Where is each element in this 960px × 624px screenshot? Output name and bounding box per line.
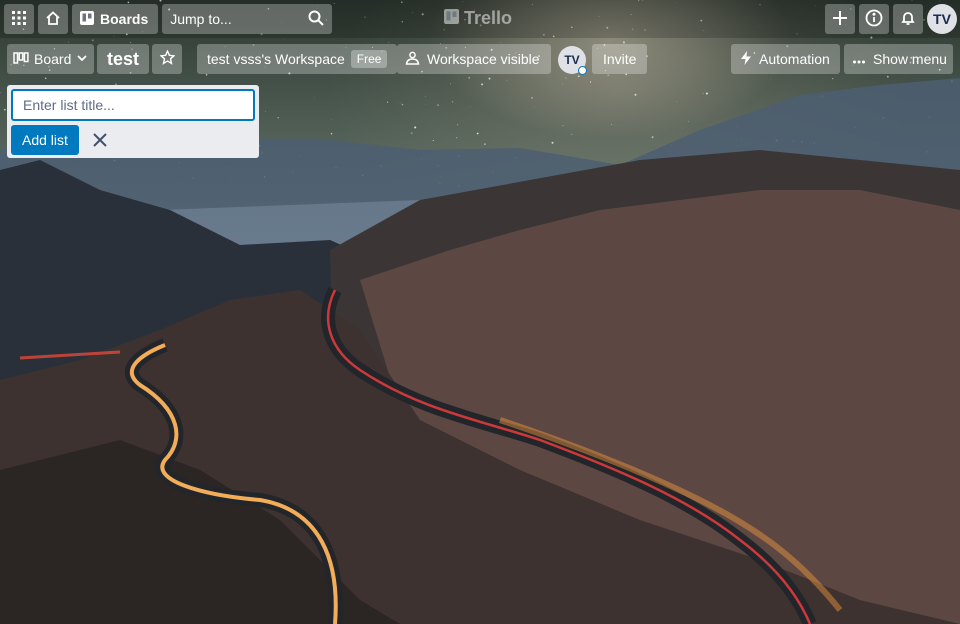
people-icon	[405, 51, 420, 68]
trello-logo[interactable]: Trello	[444, 8, 512, 29]
show-menu-label: Show menu	[873, 51, 947, 67]
automation-label: Automation	[759, 51, 830, 67]
home-icon	[45, 10, 61, 29]
search-placeholder: Jump to...	[170, 11, 232, 27]
trello-logo-icon	[444, 8, 459, 29]
automation-button[interactable]: Automation	[731, 44, 840, 74]
trello-logo-text: Trello	[464, 8, 513, 28]
board-view-label: Board	[34, 51, 72, 67]
more-icon	[853, 51, 865, 67]
app-header: Boards Jump to... Trello TV	[0, 0, 960, 38]
plus-icon	[832, 10, 848, 29]
home-button[interactable]	[38, 4, 68, 34]
add-list-composer: Add list	[7, 85, 259, 158]
bell-icon	[900, 10, 916, 29]
invite-label: Invite	[603, 51, 637, 67]
member-initials: TV	[564, 53, 580, 67]
board-view-switcher[interactable]: Board	[7, 44, 94, 74]
search-input[interactable]: Jump to...	[162, 4, 333, 34]
star-icon	[158, 49, 176, 68]
board-icon	[80, 10, 94, 28]
workspace-button[interactable]: test vsss's Workspace Free	[197, 44, 398, 74]
list-title-input[interactable]	[11, 89, 255, 121]
visibility-label: Workspace visible	[427, 51, 540, 67]
notifications-button[interactable]	[893, 4, 923, 34]
app-switcher-button[interactable]	[4, 4, 34, 34]
user-avatar[interactable]: TV	[927, 4, 957, 34]
info-button[interactable]	[859, 4, 889, 34]
board-header: Board test test vsss's Workspace Free Wo…	[0, 44, 960, 76]
search-icon	[308, 10, 324, 29]
show-menu-button[interactable]: Show menu	[844, 44, 953, 74]
admin-badge-icon	[578, 66, 587, 75]
member-avatar[interactable]: TV	[558, 46, 587, 75]
boards-button[interactable]: Boards	[72, 4, 159, 34]
info-icon	[865, 9, 883, 30]
lightning-icon	[741, 50, 751, 68]
close-icon[interactable]	[85, 125, 115, 155]
board-view-icon	[13, 51, 29, 67]
grid-icon	[12, 10, 26, 28]
workspace-plan-badge: Free	[350, 50, 388, 68]
chevron-down-icon	[76, 51, 88, 67]
boards-label: Boards	[100, 11, 149, 27]
visibility-button[interactable]: Workspace visible	[397, 44, 551, 74]
invite-button[interactable]: Invite	[592, 44, 648, 74]
add-list-button[interactable]: Add list	[11, 125, 79, 155]
create-button[interactable]	[825, 4, 855, 34]
star-button[interactable]	[152, 44, 182, 74]
workspace-label: test vsss's Workspace	[207, 51, 345, 67]
board-title[interactable]: test	[97, 44, 150, 74]
